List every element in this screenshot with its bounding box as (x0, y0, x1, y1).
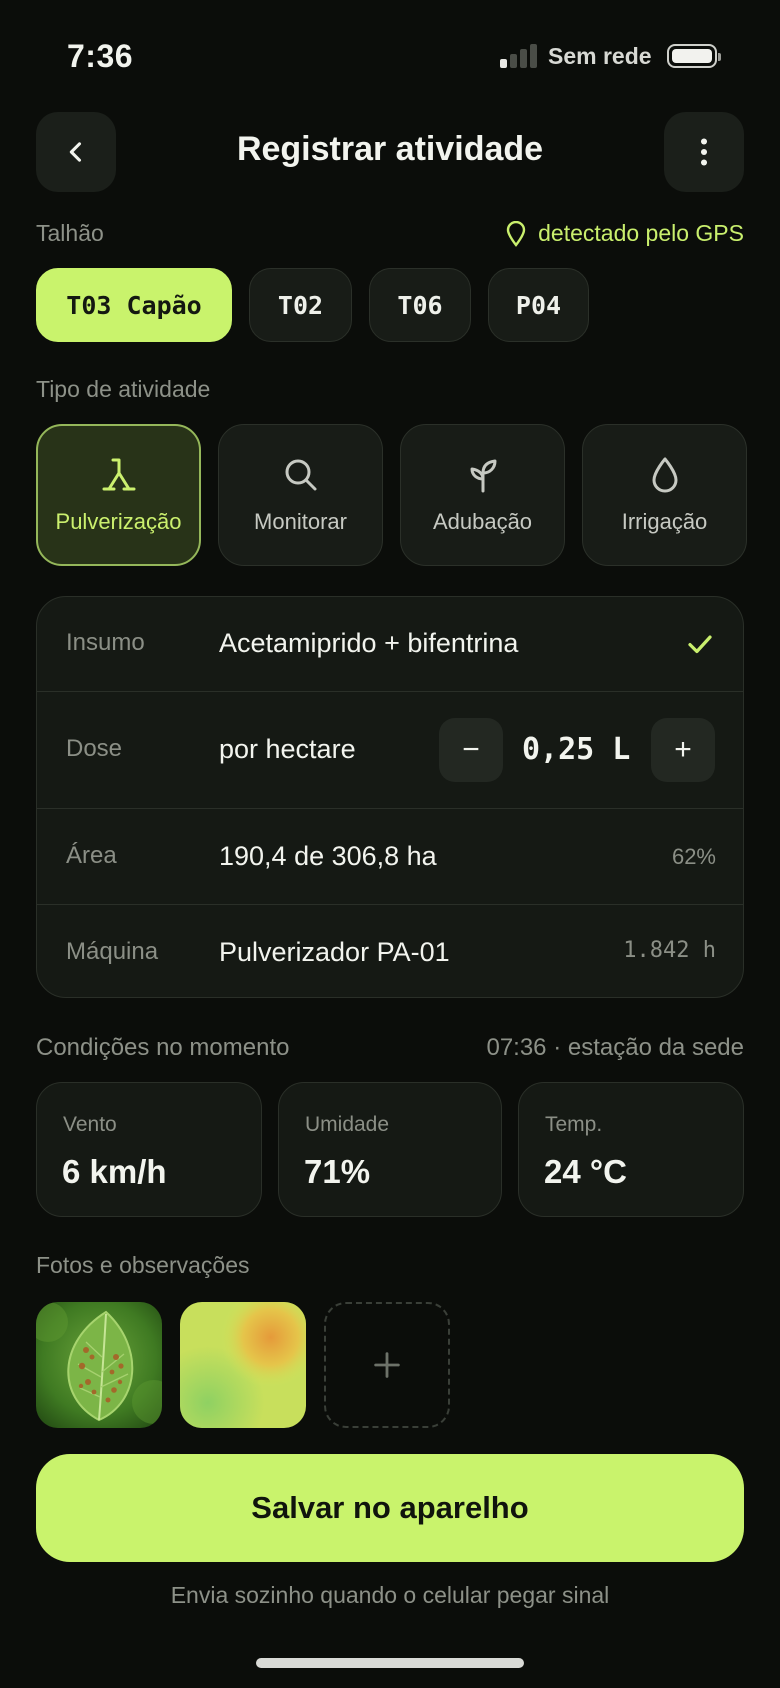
sprayer-icon (102, 458, 135, 491)
activity-type-selector: Pulverização Monitorar Adubação Irrigaçã… (36, 424, 747, 566)
dose-decrease-button[interactable]: − (439, 718, 503, 782)
area-value: 190,4 de 306,8 ha (219, 841, 437, 871)
status-bar: 7:36 Sem rede (0, 0, 780, 110)
area-percent: 62% (671, 844, 716, 869)
photo-thumbnail-heatmap[interactable] (180, 1302, 306, 1428)
activity-type-label: Adubação (432, 509, 533, 534)
input-value: Acetamiprido + bifentrina (219, 628, 519, 658)
home-indicator[interactable] (256, 1658, 524, 1668)
add-photo-button[interactable] (324, 1302, 450, 1428)
dose-unit-text: por hectare (219, 734, 356, 764)
plot-chip-p04[interactable]: P04 (488, 268, 589, 342)
more-vertical-icon (700, 138, 708, 166)
photo-list (36, 1302, 450, 1428)
conditions-list: Vento 6 km/h Umidade 71% Temp. 24 °C (36, 1082, 744, 1217)
map-pin-icon (506, 220, 526, 247)
condition-label: Vento (63, 1113, 117, 1136)
dose-value: 0,25 L (522, 732, 631, 767)
plot-selector: T03 Capão T02 T06 P04 (36, 268, 589, 342)
network-status: Sem rede (548, 43, 652, 69)
gps-indicator: detectado pelo GPS (506, 220, 744, 247)
condition-humidity: Umidade 71% (278, 1082, 502, 1217)
condition-value: 6 km/h (62, 1153, 167, 1190)
dose-label: Dose (66, 735, 123, 762)
activity-type-adubacao[interactable]: Adubação (400, 424, 565, 566)
area-row[interactable]: Área 190,4 de 306,8 ha 62% (37, 809, 743, 905)
dose-row: Dose por hectare − 0,25 L + (37, 692, 743, 809)
more-options-button[interactable] (664, 112, 744, 192)
plot-section-label: Talhão (36, 220, 104, 246)
plot-chip-t02[interactable]: T02 (249, 268, 352, 342)
input-label: Insumo (66, 629, 145, 656)
status-time: 7:36 (67, 38, 134, 74)
machine-row[interactable]: Máquina Pulverizador PA-01 1.842 h (37, 905, 743, 997)
conditions-time-source: 07:36 · estação da sede (486, 1034, 744, 1061)
activity-section-label: Tipo de atividade (36, 376, 211, 402)
search-icon (285, 459, 316, 491)
sync-note: Envia sozinho quando o celular pegar sin… (170, 1582, 610, 1608)
check-icon (688, 635, 712, 654)
activity-details-card: Insumo Acetamiprido + bifentrina Dose po… (36, 596, 744, 998)
gps-text: detectado pelo GPS (538, 220, 744, 246)
activity-type-monitorar[interactable]: Monitorar (218, 424, 383, 566)
condition-value: 71% (304, 1153, 371, 1190)
cellular-signal-icon (500, 44, 538, 68)
machine-value: Pulverizador PA-01 (219, 937, 450, 967)
input-row[interactable]: Insumo Acetamiprido + bifentrina (37, 597, 743, 692)
condition-value: 24 °C (544, 1153, 627, 1190)
droplet-icon (652, 457, 677, 493)
machine-label: Máquina (66, 938, 159, 965)
condition-label: Temp. (545, 1113, 603, 1136)
plus-icon (374, 1352, 400, 1378)
condition-label: Umidade (305, 1113, 390, 1136)
condition-temperature: Temp. 24 °C (518, 1082, 744, 1217)
machine-hours: 1.842 h (623, 938, 716, 963)
photo-thumbnail-leaf[interactable] (36, 1302, 162, 1428)
activity-type-irrigacao[interactable]: Irrigação (582, 424, 747, 566)
activity-type-label: Irrigação (621, 509, 708, 534)
sprout-icon (470, 459, 496, 493)
condition-wind: Vento 6 km/h (36, 1082, 262, 1217)
save-button[interactable]: Salvar no aparelho (36, 1454, 744, 1562)
conditions-section-label: Condições no momento (36, 1034, 290, 1061)
activity-type-label: Pulverização (55, 509, 182, 534)
plot-chip-t03[interactable]: T03 Capão (36, 268, 232, 342)
battery-icon (667, 44, 721, 68)
activity-type-label: Monitorar (254, 509, 347, 534)
plot-chip-t06[interactable]: T06 (369, 268, 471, 342)
page-title: Registrar atividade (236, 130, 544, 168)
area-label: Área (66, 842, 117, 869)
dose-increase-button[interactable]: + (651, 718, 715, 782)
activity-type-pulverizacao[interactable]: Pulverização (36, 424, 201, 566)
photos-section-label: Fotos e observações (36, 1252, 250, 1278)
